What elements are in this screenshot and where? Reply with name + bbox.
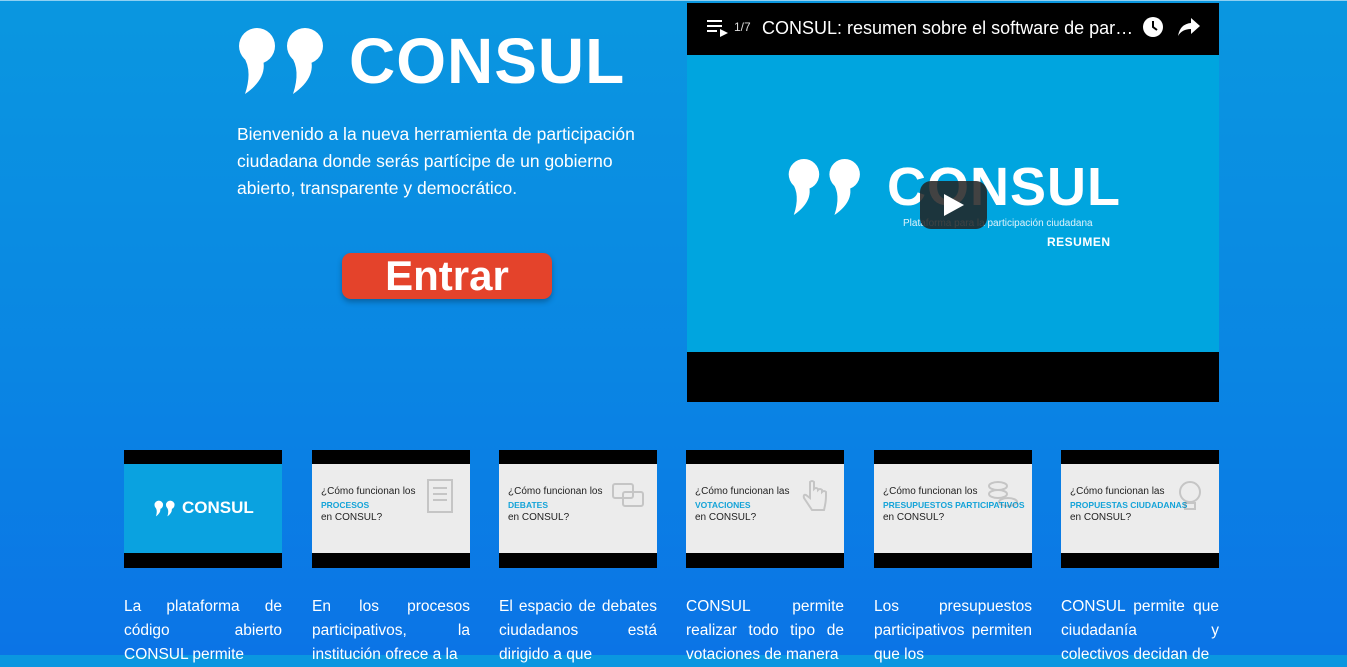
speech-bubbles-icon [612,483,644,507]
card-description: En los procesos participativos, la insti… [312,598,470,663]
card-proposals: ¿Cómo funcionan las PROPUESTAS CIUDADANA… [1061,450,1219,667]
thumbnail-topic: PROPUESTAS CIUDADANAS [1070,500,1188,510]
thumbnail-question: ¿Cómo funcionan las [695,486,790,497]
lightbulb-icon [1179,481,1201,510]
share-icon[interactable] [1177,16,1201,38]
quote-mark-icon [154,500,175,516]
thumbnail-brand: CONSUL [182,498,254,517]
video-thumbnail[interactable]: ¿Cómo funcionan los DEBATES en CONSUL? [499,450,657,568]
brand-name: CONSUL [349,25,626,97]
play-icon [944,194,964,216]
hand-pointer-icon [802,480,827,511]
video-player[interactable]: 1/7 CONSUL: resumen sobre el software de… [687,3,1219,402]
thumbnail-suffix: en CONSUL? [695,512,757,523]
card-description: La plataforma de código abierto CONSUL p… [124,598,282,663]
thumbnail-topic: DEBATES [508,500,548,510]
thumbnail-question: ¿Cómo funcionan los [883,486,978,497]
intro-text: Bienvenido a la nueva herramienta de par… [237,124,635,198]
quote-mark-icon [239,28,323,94]
card-budgets: ¿Cómo funcionan los PRESUPUESTOS PARTICI… [874,450,1032,667]
playlist-count: 1/7 [734,20,751,34]
video-thumbnail[interactable]: ¿Cómo funcionan los PRESUPUESTOS PARTICI… [874,450,1032,568]
video-thumbnail[interactable]: CONSUL [124,450,282,568]
enter-button[interactable]: Entrar [342,253,552,299]
thumbnail-suffix: en CONSUL? [321,512,383,523]
video-frame[interactable]: CONSUL Plataforma para la participación … [687,55,1219,352]
thumbnail-suffix: en CONSUL? [508,512,570,523]
video-thumbnail[interactable]: ¿Cómo funcionan las PROPUESTAS CIUDADANA… [1061,450,1219,568]
play-button[interactable] [920,181,987,229]
thumbnail-question: ¿Cómo funcionan las [1070,486,1165,497]
card-processes: ¿Cómo funcionan los PROCESOS en CONSUL? … [312,450,470,667]
card-description: CONSUL permite realizar todo tipo de vot… [686,598,844,663]
video-label: RESUMEN [1047,235,1111,249]
thumbnail-frame: ¿Cómo funcionan los PRESUPUESTOS PARTICI… [874,464,1032,553]
playlist-icon[interactable] [707,18,729,38]
thumbnail-question: ¿Cómo funcionan los [321,486,416,497]
thumbnail-frame: CONSUL [124,464,282,553]
thumbnail-frame: ¿Cómo funcionan los PROCESOS en CONSUL? [312,464,470,553]
mini-consul-logo: CONSUL [154,498,254,518]
thumbnail-frame: ¿Cómo funcionan los DEBATES en CONSUL? [499,464,657,553]
card-description: El espacio de debates ciudadanos está di… [499,598,657,663]
video-thumbnail[interactable]: ¿Cómo funcionan las VOTACIONES en CONSUL… [686,450,844,568]
thumbnail-question: ¿Cómo funcionan los [508,486,603,497]
watch-later-icon[interactable] [1142,16,1164,38]
coins-icon [988,481,1018,507]
top-border [0,0,1347,1]
thumbnail-topic: VOTACIONES [695,500,751,510]
video-thumbnail[interactable]: ¿Cómo funcionan los PROCESOS en CONSUL? [312,450,470,568]
card-description: CONSUL permite que ciudadanía y colectiv… [1061,598,1219,663]
thumbnail-frame: ¿Cómo funcionan las VOTACIONES en CONSUL… [686,464,844,553]
thumbnail-suffix: en CONSUL? [883,512,945,523]
card-debates: ¿Cómo funcionan los DEBATES en CONSUL? E… [499,450,657,667]
card-intro: CONSUL La plataforma de código abierto C… [124,450,282,667]
card-description: Los presupuestos participativos permiten… [874,598,1032,663]
thumbnail-suffix: en CONSUL? [1070,512,1132,523]
consul-logo: CONSUL [237,26,625,96]
card-votes: ¿Cómo funcionan las VOTACIONES en CONSUL… [686,450,844,667]
thumbnail-frame: ¿Cómo funcionan las PROPUESTAS CIUDADANA… [1061,464,1219,553]
thumbnail-topic: PROCESOS [321,500,370,510]
document-icon [427,479,453,513]
quote-mark-icon [788,159,860,215]
video-title[interactable]: CONSUL: resumen sobre el software de par… [762,16,1134,40]
